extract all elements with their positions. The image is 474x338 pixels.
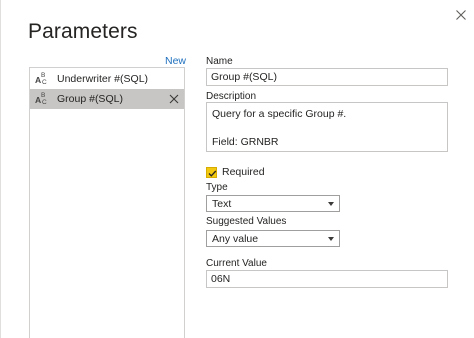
close-icon[interactable] — [168, 93, 180, 105]
list-item-group[interactable]: A B C Group #(SQL) — [30, 89, 184, 109]
current-value-label: Current Value — [206, 258, 267, 269]
description-label: Description — [206, 91, 257, 102]
suggested-values-select[interactable]: Any value — [206, 230, 340, 247]
current-value-input[interactable]: 06N — [206, 270, 448, 288]
name-input[interactable]: Group #(SQL) — [206, 68, 448, 86]
dialog-title: Parameters — [28, 20, 138, 43]
description-textarea[interactable]: Query for a specific Group #. Field: GRN… — [206, 102, 448, 152]
abc-text-type-icon: A B C — [35, 72, 47, 86]
name-label: Name — [206, 56, 233, 67]
suggested-values-select-value: Any value — [212, 233, 259, 245]
close-icon[interactable] — [452, 6, 470, 24]
type-label: Type — [206, 182, 228, 193]
required-checkbox[interactable] — [206, 166, 217, 178]
description-line: Query for a specific Group #. — [212, 108, 347, 120]
description-line: Field: GRNBR — [212, 136, 279, 148]
parameters-list: A B C Underwriter #(SQL) A B C Group #(S… — [29, 67, 185, 338]
chevron-down-icon — [328, 202, 334, 206]
list-item-label: Underwriter #(SQL) — [57, 73, 149, 85]
list-item-label: Group #(SQL) — [57, 93, 123, 105]
description-line — [212, 122, 442, 135]
parameters-dialog: Parameters New A B C Underwriter #(SQL) … — [0, 0, 474, 338]
required-label: Required — [222, 166, 265, 178]
abc-text-type-icon: A B C — [35, 92, 47, 106]
type-select[interactable]: Text — [206, 195, 340, 212]
list-item-underwriter[interactable]: A B C Underwriter #(SQL) — [30, 69, 184, 89]
type-select-value: Text — [212, 198, 232, 210]
suggested-values-label: Suggested Values — [206, 216, 287, 227]
chevron-down-icon — [328, 237, 334, 241]
required-checkbox-row[interactable]: Required — [206, 166, 265, 178]
new-parameter-link[interactable]: New — [165, 55, 186, 67]
